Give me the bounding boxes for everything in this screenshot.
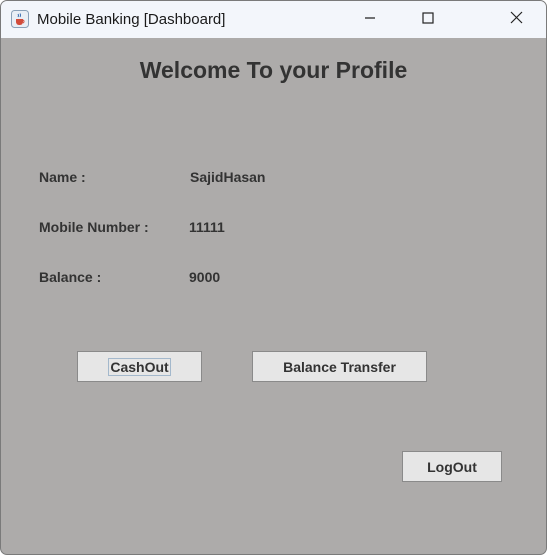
- name-value: SajidHasan: [190, 169, 266, 185]
- minimize-icon: [364, 11, 376, 29]
- mobile-number-value: 11111: [189, 219, 225, 235]
- page-title: Welcome To your Profile: [139, 57, 408, 83]
- maximize-button[interactable]: [399, 1, 457, 38]
- maximize-icon: [422, 11, 434, 29]
- dashboard-panel: Welcome To your Profile Name : SajidHasa…: [1, 38, 546, 554]
- balance-label: Balance :: [39, 269, 102, 285]
- window-title: Mobile Banking [Dashboard]: [37, 11, 226, 28]
- cashout-button-label: CashOut: [108, 357, 171, 376]
- app-window: Mobile Banking [Dashboard] Welcome To yo…: [0, 0, 547, 555]
- close-icon: [510, 11, 523, 29]
- balance-transfer-button[interactable]: Balance Transfer: [252, 351, 427, 382]
- mobile-number-label: Mobile Number :: [39, 219, 149, 235]
- logout-button[interactable]: LogOut: [402, 451, 502, 482]
- close-button[interactable]: [487, 1, 545, 38]
- title-bar[interactable]: Mobile Banking [Dashboard]: [1, 1, 546, 38]
- minimize-button[interactable]: [341, 1, 399, 38]
- java-cup-icon: [11, 10, 29, 28]
- name-label: Name :: [39, 169, 86, 185]
- cashout-button[interactable]: CashOut: [77, 351, 202, 382]
- balance-value: 9000: [189, 269, 221, 285]
